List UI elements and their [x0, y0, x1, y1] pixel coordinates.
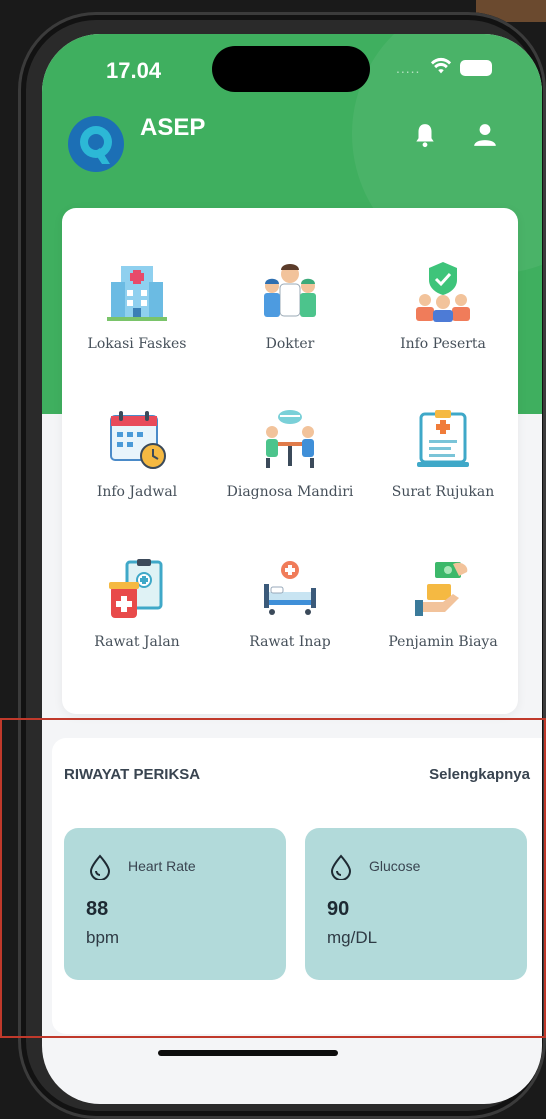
- menu-item-rawat-jalan[interactable]: Rawat Jalan: [62, 558, 212, 688]
- status-bar: 17.04 .....: [42, 34, 542, 112]
- menu-item-dokter[interactable]: Dokter: [215, 260, 365, 390]
- menu-item-label: Rawat Inap: [249, 634, 331, 650]
- menu-item-diagnosa-mandiri[interactable]: Diagnosa Mandiri: [215, 408, 365, 538]
- menu-item-label: Surat Rujukan: [391, 484, 495, 500]
- highlight-annotation: [0, 718, 546, 1038]
- calendar-clock-icon: [110, 411, 166, 469]
- signal-indicator: .....: [396, 60, 421, 76]
- hospital-bed-icon: [264, 561, 316, 615]
- app-title: ASEP: [140, 114, 206, 141]
- menu-item-surat-rujukan[interactable]: Surat Rujukan: [368, 408, 518, 538]
- participants-shield-icon: [416, 262, 470, 322]
- menu-item-label: Lokasi Faskes: [87, 336, 187, 352]
- menu-item-label: Info Peserta: [400, 336, 486, 352]
- battery-icon: [460, 60, 492, 76]
- doctors-icon: [264, 264, 316, 317]
- referral-clipboard-icon: [417, 410, 469, 467]
- user-icon[interactable]: [472, 122, 498, 148]
- app-logo: [68, 116, 124, 172]
- home-indicator[interactable]: [158, 1050, 338, 1056]
- menu-item-label: Diagnosa Mandiri: [226, 484, 354, 500]
- outpatient-icon: [109, 559, 163, 618]
- menu-item-label: Rawat Jalan: [94, 634, 180, 650]
- hospital-building-icon: [107, 266, 167, 321]
- menu-item-info-jadwal[interactable]: Info Jadwal: [62, 408, 212, 538]
- menu-item-rawat-inap[interactable]: Rawat Inap: [215, 558, 365, 688]
- dynamic-island: [212, 46, 370, 92]
- menu-item-label: Dokter: [265, 336, 315, 352]
- menu-item-penjamin-biaya[interactable]: Penjamin Biaya: [368, 558, 518, 688]
- menu-item-info-peserta[interactable]: Info Peserta: [368, 260, 518, 390]
- bell-icon[interactable]: [412, 122, 438, 148]
- menu-item-label: Penjamin Biaya: [388, 634, 498, 650]
- consultation-icon: [266, 410, 314, 468]
- menu-item-label: Info Jadwal: [96, 484, 178, 500]
- menu-card: Lokasi Faskes Dokter Info Peserta Info J…: [62, 208, 518, 714]
- menu-item-lokasi-faskes[interactable]: Lokasi Faskes: [62, 260, 212, 390]
- wifi-icon: [430, 57, 452, 74]
- status-time: 17.04: [106, 58, 162, 83]
- payment-guarantee-icon: [415, 562, 468, 616]
